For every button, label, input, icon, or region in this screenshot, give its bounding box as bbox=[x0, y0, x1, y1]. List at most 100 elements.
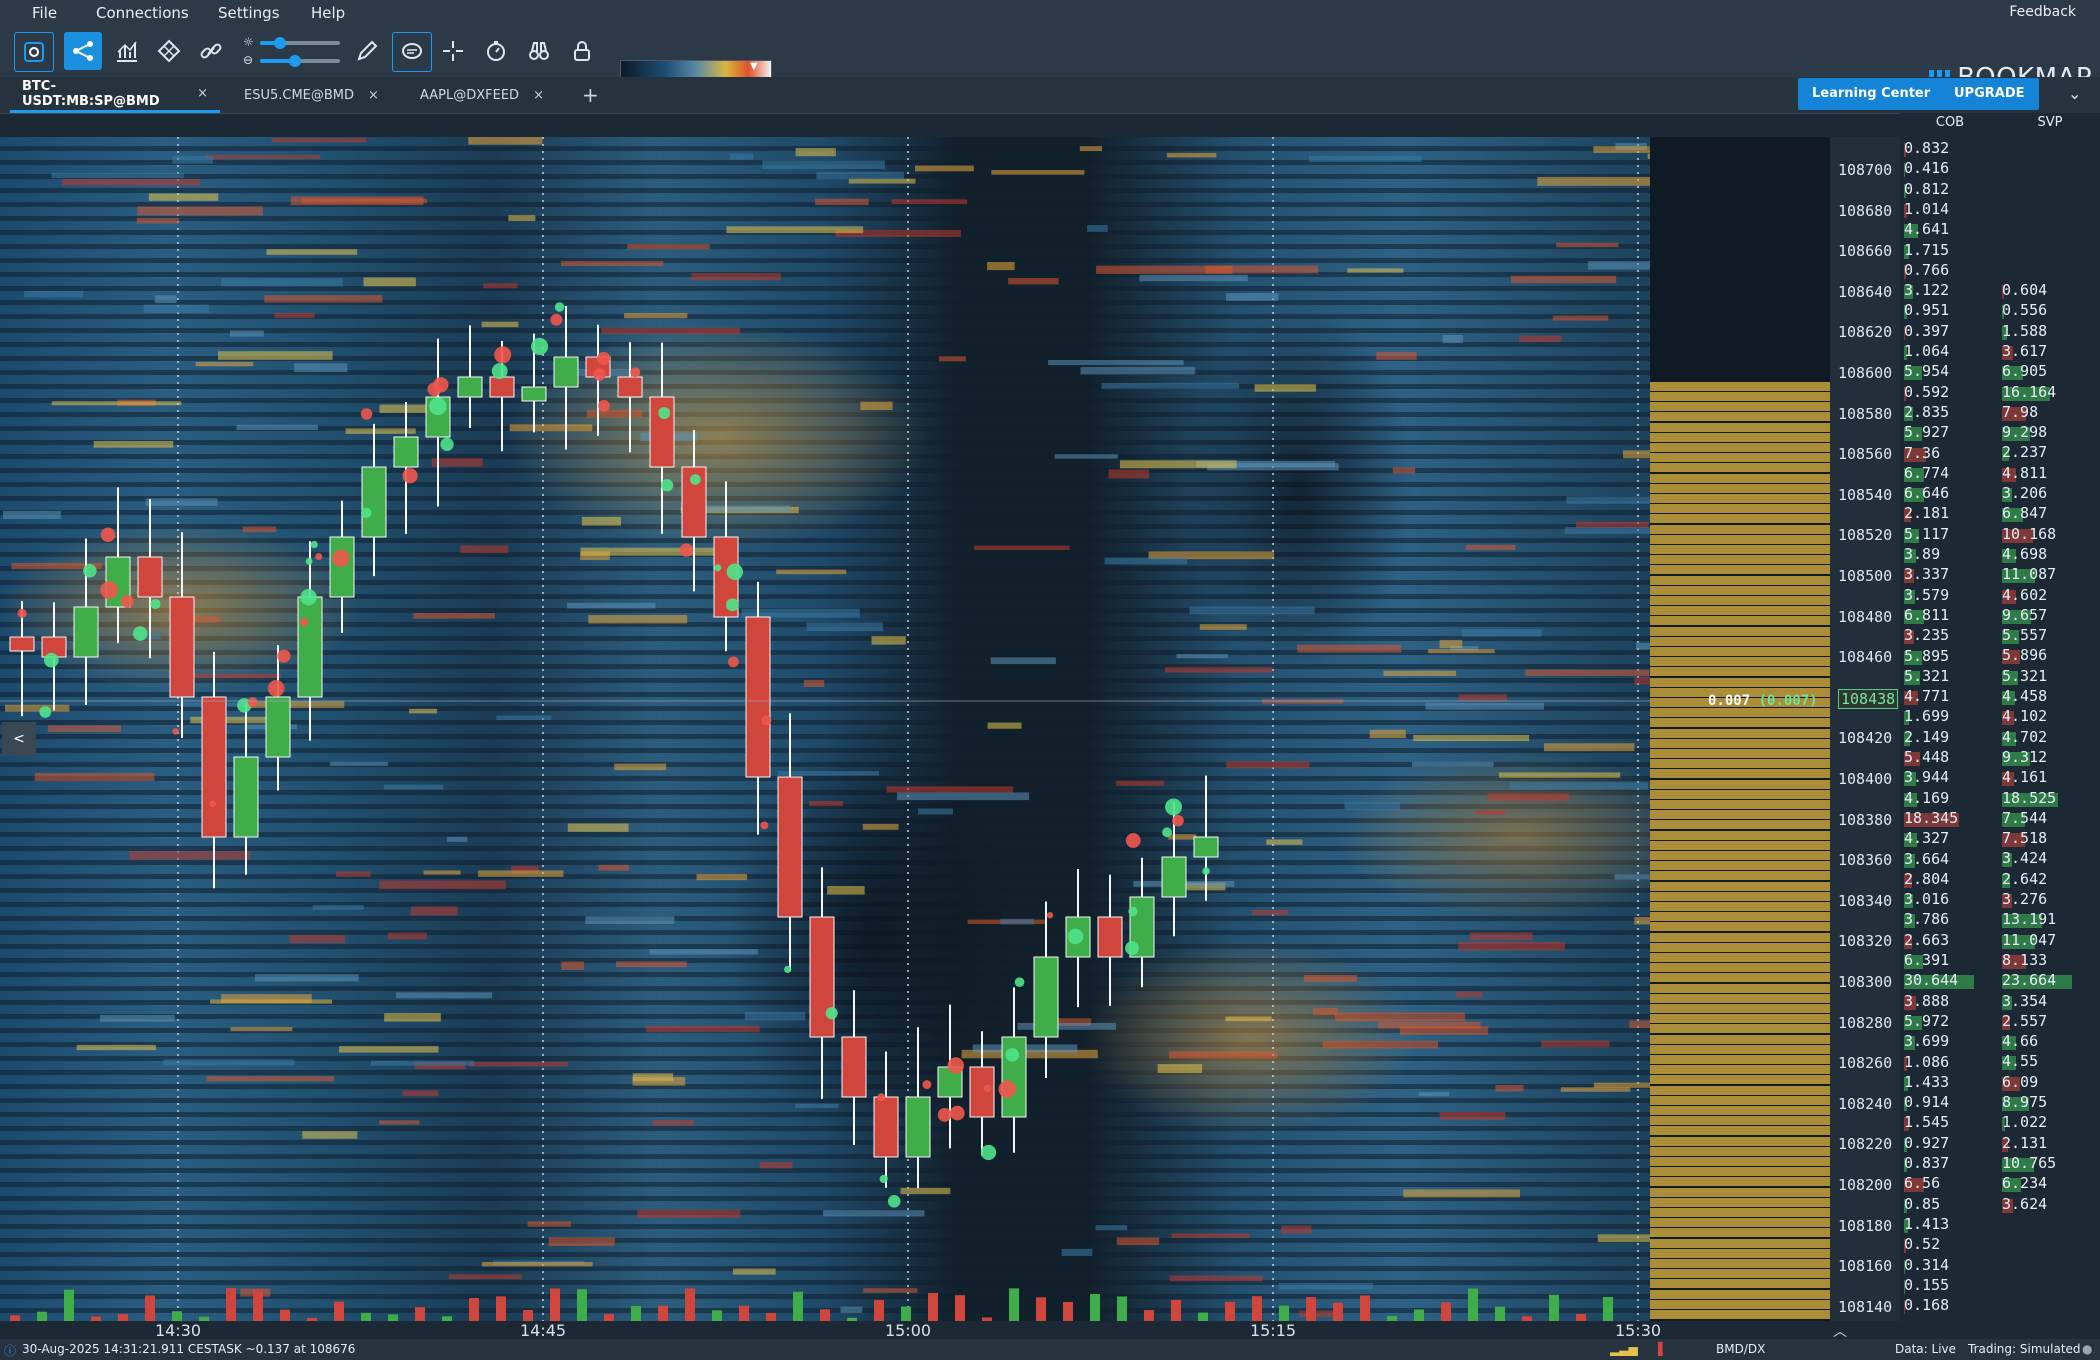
volume-bar bbox=[1279, 1305, 1289, 1321]
heat-streak bbox=[1096, 265, 1233, 274]
binoculars-button[interactable] bbox=[520, 32, 558, 70]
menu-connections[interactable]: Connections bbox=[96, 4, 189, 22]
order-book-band bbox=[1650, 147, 1830, 157]
cob-value: 3.579 bbox=[1904, 585, 1950, 604]
volume-bar bbox=[928, 1292, 938, 1321]
comment-button[interactable] bbox=[392, 32, 432, 72]
link-button[interactable] bbox=[192, 32, 230, 70]
pencil-button[interactable] bbox=[348, 32, 386, 70]
price-label: 108580 bbox=[1838, 404, 1893, 423]
cob-value: 1.086 bbox=[1904, 1052, 1950, 1071]
volume-bar bbox=[1306, 1297, 1316, 1321]
tab-btc-usdt[interactable]: BTC-USDT:MB:SP@BMD × bbox=[10, 77, 220, 113]
candle-body bbox=[521, 386, 547, 402]
order-book-band bbox=[1650, 636, 1830, 646]
order-book-band bbox=[1650, 473, 1830, 483]
heat-streak bbox=[560, 261, 664, 266]
price-label: 108280 bbox=[1838, 1013, 1893, 1032]
status-trading: Trading: Simulated bbox=[1968, 1342, 2081, 1356]
indicators-button[interactable] bbox=[108, 32, 146, 70]
volume-bar bbox=[415, 1307, 425, 1321]
pencil-icon bbox=[357, 40, 378, 61]
heat-streak bbox=[1080, 366, 1196, 375]
svp-value: 5.557 bbox=[2002, 626, 2048, 645]
heat-streak bbox=[3, 510, 61, 520]
heat-streak bbox=[34, 772, 155, 782]
trade-bubble bbox=[491, 363, 508, 380]
feedback-link[interactable]: Feedback bbox=[2009, 4, 2076, 20]
trade-bubble bbox=[554, 302, 565, 312]
trade-bubble bbox=[983, 1084, 992, 1093]
learning-center-button[interactable]: Learning Center bbox=[1798, 78, 1945, 110]
close-icon[interactable]: × bbox=[533, 88, 544, 103]
cob-value: 2.149 bbox=[1904, 727, 1950, 746]
svp-value: 2.237 bbox=[2002, 443, 2048, 462]
heat-streak bbox=[1119, 460, 1237, 469]
order-book-band bbox=[1650, 1014, 1830, 1024]
svp-value: 3.354 bbox=[2002, 991, 2048, 1010]
chevron-up-icon[interactable]: ︿ bbox=[1833, 1321, 1847, 1341]
contrast-slider-knob[interactable] bbox=[289, 55, 301, 67]
close-icon[interactable]: × bbox=[368, 88, 379, 103]
order-book-band bbox=[1650, 1177, 1830, 1187]
menu-file[interactable]: File bbox=[32, 4, 57, 22]
cob-value: 4.641 bbox=[1904, 220, 1950, 239]
instrument-tab-bar: BTC-USDT:MB:SP@BMD × ESU5.CME@BMD × AAPL… bbox=[0, 77, 2100, 114]
menu-settings[interactable]: Settings bbox=[218, 4, 280, 22]
trade-bubble bbox=[1067, 928, 1084, 945]
heat-streak bbox=[431, 458, 483, 467]
menu-help[interactable]: Help bbox=[311, 4, 345, 22]
chevron-down-icon[interactable]: ⌄ bbox=[2068, 84, 2081, 103]
connections-button[interactable] bbox=[64, 32, 102, 70]
volume-bar bbox=[955, 1295, 965, 1321]
price-label: 108160 bbox=[1838, 1257, 1893, 1276]
brightness-slider-knob[interactable] bbox=[274, 37, 286, 49]
crosshair-button[interactable] bbox=[434, 32, 472, 70]
price-label: 108340 bbox=[1838, 891, 1893, 910]
heat-streak bbox=[1347, 268, 1404, 273]
upgrade-button[interactable]: UPGRADE bbox=[1940, 78, 2039, 110]
order-book-band bbox=[1650, 993, 1830, 1003]
volume-bar bbox=[1468, 1288, 1478, 1321]
trade-bubble bbox=[887, 1195, 901, 1208]
order-book-band bbox=[1650, 616, 1830, 626]
heat-streak bbox=[886, 786, 1014, 793]
add-tab-button[interactable]: + bbox=[570, 77, 600, 113]
recenter-button[interactable] bbox=[14, 32, 54, 72]
volume-bar bbox=[1225, 1301, 1235, 1321]
close-icon[interactable]: × bbox=[197, 86, 208, 101]
cob-value: 1.413 bbox=[1904, 1214, 1950, 1233]
menu-bar: File Connections Settings Help Feedback bbox=[0, 0, 2100, 27]
heat-streak bbox=[396, 992, 493, 999]
tab-esu5[interactable]: ESU5.CME@BMD × bbox=[232, 77, 402, 113]
heat-streak bbox=[691, 505, 791, 512]
heat-streak bbox=[1116, 1237, 1160, 1246]
objects-button[interactable] bbox=[150, 32, 188, 70]
price-label: 108300 bbox=[1838, 973, 1893, 991]
trade-bubble bbox=[1125, 833, 1141, 848]
collapse-panel-button[interactable]: < bbox=[2, 722, 36, 756]
last-trade-paren: (0.007) bbox=[1758, 693, 1818, 709]
brightness-icon: ☼ bbox=[243, 35, 254, 49]
cob-value: 5.927 bbox=[1904, 423, 1950, 442]
volume-bar bbox=[253, 1289, 263, 1321]
svp-value: 6.847 bbox=[2002, 504, 2048, 523]
heat-streak bbox=[221, 994, 312, 1003]
price-label: 108360 bbox=[1838, 851, 1893, 870]
trade-bubble bbox=[305, 557, 313, 565]
order-book-band bbox=[1650, 1157, 1830, 1166]
timer-button[interactable] bbox=[477, 32, 515, 70]
trade-bubble bbox=[726, 563, 744, 581]
volume-bar bbox=[280, 1309, 290, 1321]
heat-streak bbox=[871, 636, 906, 645]
trade-bubble bbox=[1014, 977, 1025, 988]
candle-body bbox=[265, 696, 291, 758]
trade-bubble bbox=[877, 1093, 886, 1102]
heat-streak bbox=[598, 864, 629, 871]
lock-button[interactable] bbox=[563, 32, 601, 70]
volume-bar bbox=[172, 1311, 182, 1321]
tab-aapl[interactable]: AAPL@DXFEED × bbox=[408, 77, 558, 113]
heatmap-chart[interactable]: < 90 bbox=[0, 137, 1650, 1321]
heat-streak bbox=[293, 363, 348, 373]
heat-streak bbox=[371, 1060, 475, 1066]
